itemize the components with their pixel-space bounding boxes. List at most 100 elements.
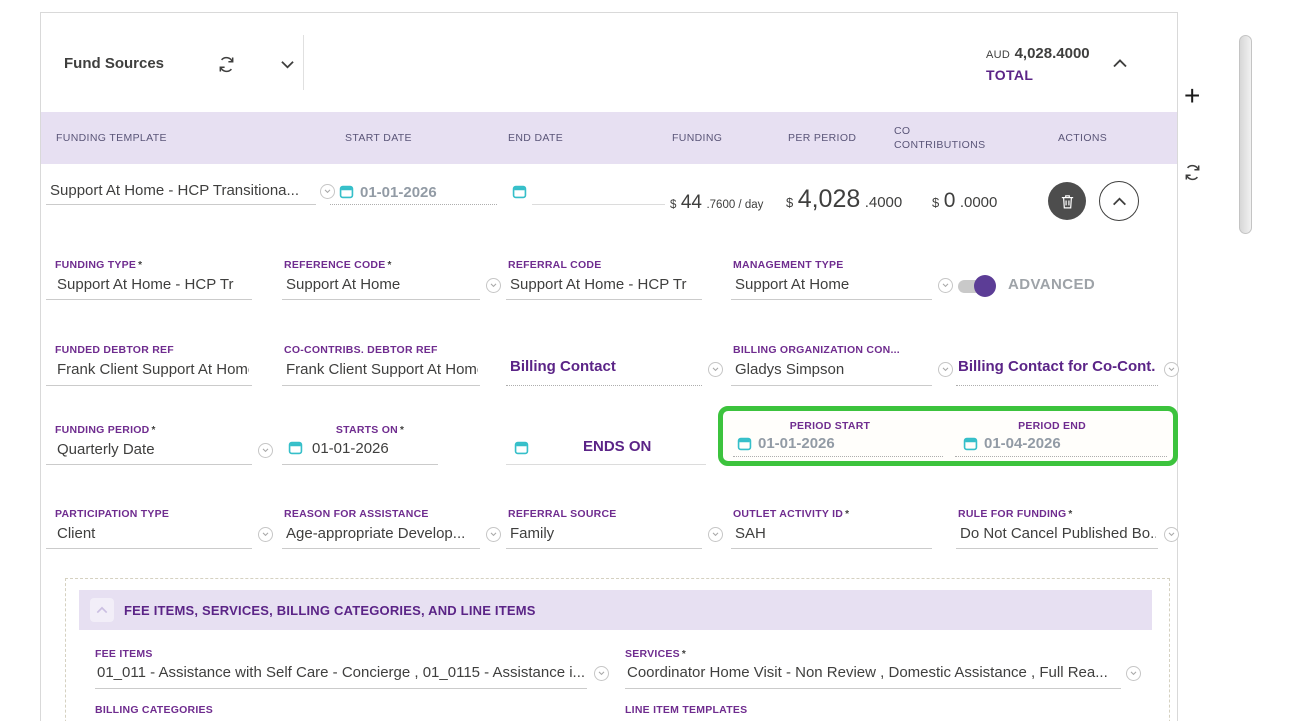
start-date-calendar-icon[interactable] bbox=[339, 184, 354, 199]
reason-for-assistance-dropdown-icon[interactable] bbox=[486, 527, 501, 542]
starts-on-label: STARTS ON* bbox=[300, 424, 440, 436]
services-dropdown-icon[interactable] bbox=[1126, 666, 1141, 681]
co-contributions-amount: $ 0 .0000 bbox=[932, 190, 997, 211]
funded-debtor-ref-input[interactable]: Frank Client Support At Home - bbox=[57, 361, 249, 378]
reason-for-assistance-label: REASON FOR ASSISTANCE bbox=[284, 508, 429, 520]
col-start-date: START DATE bbox=[345, 132, 412, 144]
outlet-activity-id-input[interactable]: SAH bbox=[735, 525, 927, 542]
ends-on-calendar-icon[interactable] bbox=[514, 440, 529, 455]
management-type-label: MANAGEMENT TYPE bbox=[733, 259, 844, 271]
billing-organization-contact-label: BILLING ORGANIZATION CON... bbox=[733, 344, 900, 356]
funding-period-input[interactable]: Quarterly Date bbox=[57, 441, 249, 458]
per-period-whole: 4,028 bbox=[798, 185, 861, 213]
starts-on-calendar-icon[interactable] bbox=[288, 440, 303, 455]
reason-for-assistance-input[interactable]: Age-appropriate Develop... bbox=[286, 525, 478, 542]
rule-for-funding-label: RULE FOR FUNDING* bbox=[958, 508, 1073, 520]
services-input[interactable]: Coordinator Home Visit - Non Review , Do… bbox=[627, 664, 1119, 681]
rule-for-funding-input[interactable]: Do Not Cancel Published Bo... bbox=[960, 525, 1156, 542]
total-value: 4,028.4000 bbox=[1015, 45, 1090, 62]
management-type-input[interactable]: Support At Home bbox=[735, 276, 927, 293]
per-period-amount: $ 4,028 .4000 bbox=[786, 187, 902, 212]
co-contribs-debtor-ref-input[interactable]: Frank Client Support At Home - bbox=[286, 361, 478, 378]
topbar-divider bbox=[303, 35, 304, 90]
billing-contact-field[interactable]: Billing Contact bbox=[510, 358, 702, 375]
panel-title: Fund Sources bbox=[64, 55, 164, 72]
fund-sources-screen: Fund Sources AUD 4,028.4000 TOTAL FUNDIN… bbox=[0, 0, 1290, 721]
total-label: TOTAL bbox=[986, 67, 1033, 83]
period-end-calendar-icon[interactable] bbox=[963, 436, 978, 451]
advanced-toggle-knob[interactable] bbox=[974, 275, 996, 297]
line-item-templates-label: LINE ITEM TEMPLATES bbox=[625, 704, 747, 716]
chevron-down-icon[interactable] bbox=[280, 59, 294, 69]
collapse-panel-chevron-up-icon[interactable] bbox=[1112, 58, 1128, 69]
funding-period-label: FUNDING PERIOD* bbox=[55, 424, 156, 436]
participation-type-input[interactable]: Client bbox=[57, 525, 249, 542]
advanced-label: ADVANCED bbox=[1008, 276, 1095, 293]
billing-organization-contact-input[interactable]: Gladys Simpson bbox=[735, 361, 927, 378]
billing-organization-dropdown-icon[interactable] bbox=[938, 362, 953, 377]
co-contrib-whole: 0 bbox=[944, 189, 956, 212]
end-date-calendar-icon[interactable] bbox=[512, 184, 527, 199]
billing-contact-co-contrib-dropdown-icon[interactable] bbox=[1164, 362, 1179, 377]
col-per-period: PER PERIOD bbox=[788, 132, 856, 144]
billing-contact-dropdown-icon[interactable] bbox=[708, 362, 723, 377]
reference-code-dropdown-icon[interactable] bbox=[486, 278, 501, 293]
participation-type-dropdown-icon[interactable] bbox=[258, 527, 273, 542]
refresh-side-icon[interactable] bbox=[1182, 162, 1202, 182]
fee-items-input[interactable]: 01_011 - Assistance with Self Care - Con… bbox=[97, 664, 585, 681]
period-end-input[interactable]: 01-04-2026 bbox=[984, 435, 1061, 452]
referral-source-input[interactable]: Family bbox=[510, 525, 702, 542]
fee-items-label: FEE ITEMS bbox=[95, 648, 153, 660]
section-collapse-chevron-up-icon[interactable] bbox=[90, 598, 114, 622]
period-start-label: PERIOD START bbox=[745, 420, 915, 432]
currency-code: AUD bbox=[986, 49, 1010, 61]
funding-currency: $ bbox=[670, 199, 676, 211]
co-contribs-debtor-ref-label: CO-CONTRIBS. DEBTOR REF bbox=[284, 344, 438, 356]
reference-code-label: REFERENCE CODE* bbox=[284, 259, 392, 271]
co-contrib-currency: $ bbox=[932, 195, 939, 210]
col-end-date: END DATE bbox=[508, 132, 563, 144]
row-start-date[interactable]: 01-01-2026 bbox=[360, 184, 437, 201]
funding-amount: $ 44 .7600 / day bbox=[670, 193, 763, 212]
funding-type-input[interactable]: Support At Home - HCP Tr bbox=[57, 276, 249, 293]
period-start-input[interactable]: 01-01-2026 bbox=[758, 435, 835, 452]
funding-period-dropdown-icon[interactable] bbox=[258, 443, 273, 458]
funding-template-underline bbox=[46, 204, 316, 205]
collapse-row-button[interactable] bbox=[1099, 181, 1139, 221]
period-start-calendar-icon[interactable] bbox=[737, 436, 752, 451]
funding-type-label: FUNDING TYPE* bbox=[55, 259, 142, 271]
col-actions: ACTIONS bbox=[1058, 132, 1107, 144]
funded-debtor-ref-label: FUNDED DEBTOR REF bbox=[55, 344, 174, 356]
col-co-contributions-2: CONTRIBUTIONS bbox=[894, 139, 985, 151]
table-header bbox=[41, 112, 1177, 164]
chevron-up-icon bbox=[1112, 197, 1127, 206]
fee-items-section-title: FEE ITEMS, SERVICES, BILLING CATEGORIES,… bbox=[124, 603, 536, 618]
end-date-underline bbox=[532, 204, 665, 205]
period-end-label: PERIOD END bbox=[972, 420, 1132, 432]
ends-on-field[interactable]: ENDS ON bbox=[583, 438, 651, 455]
funding-template-input[interactable]: Support At Home - HCP Transitiona... bbox=[50, 182, 312, 199]
funding-template-dropdown-icon[interactable] bbox=[320, 184, 335, 199]
referral-source-dropdown-icon[interactable] bbox=[708, 527, 723, 542]
starts-on-input[interactable]: 01-01-2026 bbox=[312, 440, 389, 457]
total-amount: AUD 4,028.4000 bbox=[986, 45, 1090, 63]
reference-code-input[interactable]: Support At Home bbox=[286, 276, 478, 293]
col-co-contributions-1: CO bbox=[894, 125, 910, 137]
referral-code-input[interactable]: Support At Home - HCP Tr bbox=[510, 276, 702, 293]
co-contrib-frac: .0000 bbox=[960, 194, 998, 211]
rule-for-funding-dropdown-icon[interactable] bbox=[1164, 527, 1179, 542]
management-type-dropdown-icon[interactable] bbox=[938, 278, 953, 293]
referral-source-label: REFERRAL SOURCE bbox=[508, 508, 617, 520]
add-fund-source-button[interactable]: + bbox=[1184, 82, 1200, 110]
billing-categories-label: BILLING CATEGORIES bbox=[95, 704, 213, 716]
refresh-icon[interactable] bbox=[216, 54, 236, 74]
funding-whole: 44 bbox=[681, 192, 702, 213]
per-period-currency: $ bbox=[786, 195, 793, 210]
fee-items-dropdown-icon[interactable] bbox=[594, 666, 609, 681]
col-funding-template: FUNDING TEMPLATE bbox=[56, 132, 167, 144]
participation-type-label: PARTICIPATION TYPE bbox=[55, 508, 169, 520]
vertical-scrollbar[interactable] bbox=[1239, 35, 1252, 234]
billing-contact-co-contrib-field[interactable]: Billing Contact for Co-Cont... bbox=[958, 358, 1156, 375]
delete-row-button[interactable] bbox=[1048, 182, 1086, 220]
per-period-frac: .4000 bbox=[865, 194, 903, 211]
